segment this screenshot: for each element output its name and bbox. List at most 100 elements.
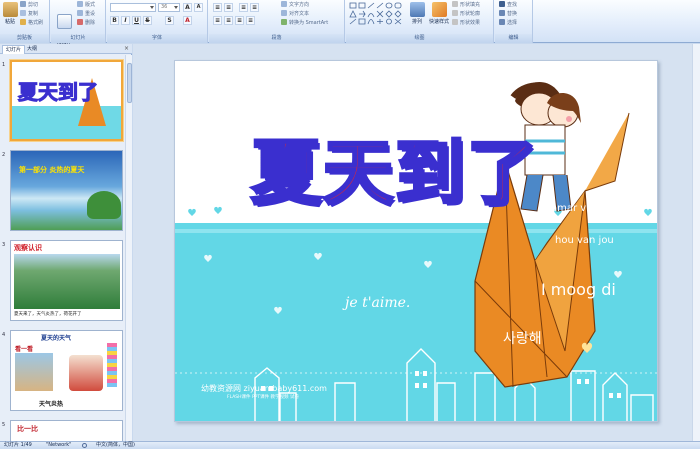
quick-styles-button[interactable]: 快速样式: [428, 2, 450, 25]
cut-button[interactable]: 剪切: [20, 1, 38, 9]
smartart-button[interactable]: 转换为 SmartArt: [281, 19, 328, 27]
curve-shape-icon[interactable]: [367, 13, 375, 18]
triangle-shape-icon[interactable]: [349, 10, 357, 18]
slide-title[interactable]: 夏天到了: [250, 117, 539, 218]
line-shape-icon[interactable]: [349, 18, 357, 25]
panel-scrollbar[interactable]: [125, 55, 132, 441]
thumb-title: 第一部分 炎热的夏天: [19, 166, 85, 174]
slide-editor: amar vin hou van jou I moog di 사랑해 je t'…: [133, 44, 700, 441]
oval-shape-icon[interactable]: [385, 2, 393, 9]
shadow-button[interactable]: S: [165, 16, 174, 25]
chevron-down-icon: [150, 6, 154, 9]
align-right-button[interactable]: ≡: [235, 16, 244, 25]
shape-icon[interactable]: [394, 10, 402, 18]
arrange-label: 排列: [411, 19, 422, 25]
cross-shape-icon[interactable]: [376, 10, 384, 18]
tab-slides[interactable]: 幻灯片: [2, 45, 26, 54]
slide-position: 幻灯片 1/49: [4, 442, 32, 448]
increase-indent-button[interactable]: ≡: [250, 3, 259, 12]
slide-canvas[interactable]: amar vin hou van jou I moog di 사랑해 je t'…: [174, 60, 658, 422]
shape-fill-button[interactable]: 形状填充: [452, 1, 480, 9]
heart-icon: [644, 208, 652, 216]
thumb-tag: 看一看: [15, 346, 34, 353]
brush-icon: [20, 19, 26, 25]
chevron-down-icon: [174, 6, 178, 9]
arrange-button[interactable]: 排列: [410, 2, 425, 25]
thumb-title: 夏天到了: [18, 80, 99, 105]
slide-thumbnail-3[interactable]: 观察认识 夏天来了，天气炎热了，荷花开了: [10, 240, 123, 321]
find-button[interactable]: 查找: [499, 1, 517, 9]
panel-tabs: 幻灯片 大纲 ×: [0, 44, 132, 54]
numbering-button[interactable]: ≡: [224, 3, 233, 12]
reset-icon: [77, 10, 83, 16]
window: [617, 393, 621, 398]
line-shape-icon[interactable]: [367, 2, 375, 9]
rect-shape-icon[interactable]: [349, 2, 357, 9]
slide-thumbnail-5[interactable]: 比一比: [10, 420, 123, 441]
circle-shape-icon[interactable]: [386, 18, 392, 25]
font-color-button[interactable]: A: [183, 16, 192, 25]
plus-shape-icon[interactable]: [377, 19, 383, 24]
text-direction-button[interactable]: 文字方向: [281, 1, 309, 9]
slide-thumbnail-1[interactable]: 夏天到了: [10, 60, 123, 141]
slide-thumbnail-2[interactable]: 第一部分 炎热的夏天: [10, 150, 123, 231]
italic-icon: I: [124, 17, 127, 24]
rounded-rect-shape-icon[interactable]: [394, 2, 402, 9]
underline-button[interactable]: U: [132, 16, 141, 25]
rect-shape-icon[interactable]: [358, 2, 366, 9]
shape-fill-label: 形状填充: [460, 2, 481, 8]
copy-button[interactable]: 复制: [20, 10, 38, 18]
slide-number: 4: [2, 332, 6, 338]
delete-button[interactable]: 删除: [77, 19, 95, 27]
align-text-button[interactable]: 对齐文本: [281, 10, 309, 18]
justify-button[interactable]: ≡: [246, 16, 255, 25]
font-name-combo[interactable]: [110, 3, 156, 12]
replace-button[interactable]: 替换: [499, 10, 517, 18]
crane-head: [584, 112, 630, 192]
align-right-icon: ≡: [236, 17, 243, 24]
slide-thumbnail-4[interactable]: 夏天的天气 看一看 天气炎热: [10, 330, 123, 411]
paste-button[interactable]: 粘贴: [3, 2, 18, 25]
grow-font-button[interactable]: A: [183, 3, 192, 12]
editor-scrollbar[interactable]: [692, 44, 700, 441]
strikethrough-button[interactable]: S: [143, 16, 152, 25]
grow-font-icon: A: [185, 4, 190, 11]
scrollbar-thumb[interactable]: [127, 63, 132, 103]
status-bar: 幻灯片 1/49 "Network" 中文(简体，中国): [0, 441, 700, 449]
replace-icon: [499, 10, 505, 16]
lotus-photo: [14, 254, 120, 309]
right-arrow-shape-icon[interactable]: [359, 10, 366, 18]
shrink-font-button[interactable]: A: [194, 3, 203, 12]
align-center-button[interactable]: ≡: [224, 16, 233, 25]
arrow-shape-icon[interactable]: [376, 2, 384, 9]
copy-label: 复制: [28, 11, 39, 17]
bold-button[interactable]: B: [110, 16, 119, 25]
paragraph-group: ≡ ≡ ≡ ≡ ≡ ≡ ≡ ≡ 文字方向 对齐文本 转换为 SmartArt 段…: [209, 0, 345, 43]
decrease-indent-button[interactable]: ≡: [239, 3, 248, 12]
shapes-gallery[interactable]: [349, 2, 404, 32]
reset-button[interactable]: 重设: [77, 10, 95, 18]
window: [415, 383, 419, 388]
layout-label: 版式: [85, 2, 96, 8]
tab-outline[interactable]: 大纲: [24, 45, 40, 54]
select-button[interactable]: 选择: [499, 19, 517, 27]
bullets-button[interactable]: ≡: [213, 3, 222, 12]
font-size-combo[interactable]: 36: [158, 3, 180, 12]
close-icon[interactable]: ×: [124, 45, 129, 52]
format-painter-button[interactable]: 格式刷: [20, 19, 43, 27]
slides-group: 新建 幻灯片 版式 重设 删除 幻灯片: [51, 0, 106, 49]
rect-shape-icon[interactable]: [358, 18, 366, 25]
shape-outline-button[interactable]: 形状轮廓: [452, 10, 480, 18]
slide-number: 5: [2, 422, 6, 428]
font-group-label: 字体: [107, 34, 207, 43]
align-left-button[interactable]: ≡: [213, 16, 222, 25]
spell-check-icon[interactable]: [82, 443, 87, 448]
theme-name: "Network": [46, 442, 72, 448]
italic-button[interactable]: I: [121, 16, 130, 25]
shape-icon[interactable]: [394, 18, 402, 25]
language[interactable]: 中文(简体，中国): [96, 442, 135, 449]
arc-shape-icon[interactable]: [367, 19, 375, 25]
shape-effects-button[interactable]: 形状效果: [452, 19, 480, 27]
diamond-shape-icon[interactable]: [385, 10, 393, 18]
layout-button[interactable]: 版式: [77, 1, 95, 9]
